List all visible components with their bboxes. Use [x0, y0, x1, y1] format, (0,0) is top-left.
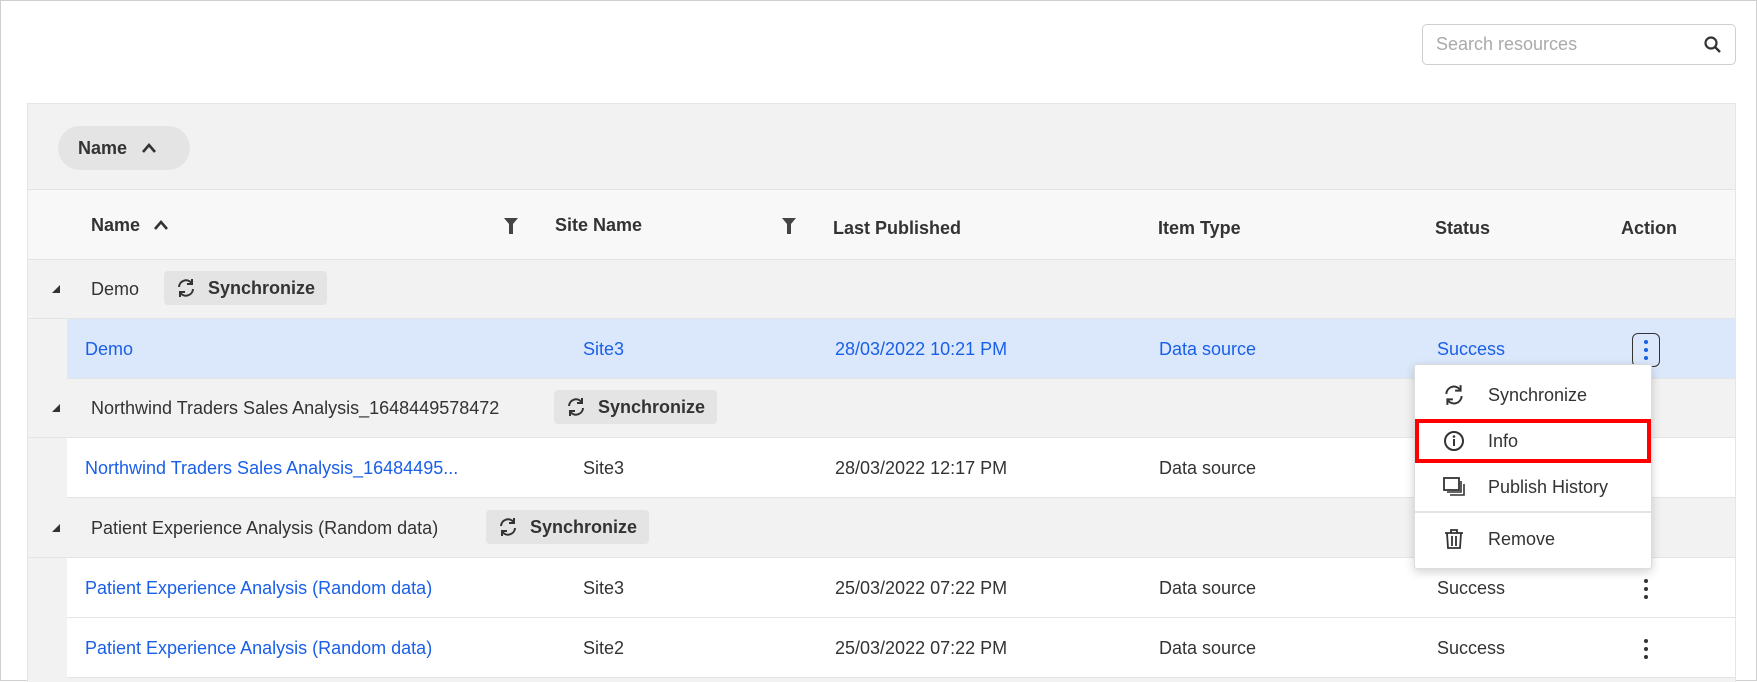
search-input[interactable]: [1436, 34, 1696, 55]
trash-icon: [1445, 529, 1463, 549]
item-type: Data source: [1159, 339, 1257, 359]
group-name: Demo: [91, 279, 140, 299]
chevron-up-icon[interactable]: [141, 142, 157, 154]
group-by-chip-name[interactable]: Name: [58, 126, 190, 170]
collapse-triangle-icon[interactable]: [52, 285, 60, 293]
resource-name-link[interactable]: Demo: [85, 339, 133, 360]
synchronize-button[interactable]: Synchronize: [486, 510, 650, 544]
sync-icon: [178, 279, 194, 297]
grid-header: Name Site Name Last Published Item Type …: [28, 189, 1735, 260]
resource-name-link[interactable]: Patient Experience Analysis (Random data…: [85, 638, 432, 659]
item-type: Data source: [1159, 578, 1257, 598]
filter-icon[interactable]: [782, 218, 796, 234]
chip-label: Name: [78, 137, 128, 158]
menu-item-publish-history[interactable]: Publish History: [1415, 465, 1651, 509]
status: Success: [1437, 339, 1506, 359]
more-actions-button[interactable]: [1632, 333, 1660, 367]
menu-item-synchronize[interactable]: Synchronize: [1415, 373, 1651, 417]
last-published: 25/03/2022 07:22 PM: [835, 578, 1008, 598]
info-icon: [1444, 431, 1464, 451]
item-type: Data source: [1159, 638, 1257, 658]
group-name: Patient Experience Analysis (Random data…: [91, 518, 439, 538]
column-header-last-published[interactable]: Last Published: [833, 218, 961, 239]
menu-item-remove[interactable]: Remove: [1415, 517, 1651, 561]
site-name: Site2: [583, 638, 625, 658]
resource-name-link[interactable]: Patient Experience Analysis (Random data…: [85, 578, 432, 599]
filter-icon[interactable]: [504, 218, 518, 234]
search-icon[interactable]: [1703, 35, 1723, 55]
column-header-item-type[interactable]: Item Type: [1158, 218, 1241, 239]
table-row[interactable]: Patient Experience Analysis (Random data…: [67, 618, 1735, 678]
group-row: Demo Synchronize: [28, 260, 1735, 319]
column-header-site-name[interactable]: Site Name: [555, 215, 642, 236]
last-published: 25/03/2022 07:22 PM: [835, 638, 1008, 658]
synchronize-button[interactable]: Synchronize: [164, 271, 328, 305]
sync-icon: [568, 398, 584, 416]
group-name: Northwind Traders Sales Analysis_1648449…: [91, 398, 500, 418]
collapse-triangle-icon[interactable]: [52, 524, 60, 532]
site-name: Site3: [583, 578, 625, 598]
status: Success: [1437, 578, 1506, 598]
column-header-name[interactable]: Name: [91, 215, 169, 236]
site-name: Site3: [583, 339, 625, 359]
site-name: Site3: [583, 458, 625, 478]
sort-ascending-icon[interactable]: [153, 219, 169, 231]
more-actions-button[interactable]: [1632, 572, 1660, 606]
search-box[interactable]: [1422, 24, 1736, 65]
sync-icon: [500, 518, 516, 536]
menu-item-info[interactable]: Info: [1415, 419, 1651, 463]
action-context-menu: Synchronize Info Publish History Remove: [1414, 364, 1652, 569]
last-published: 28/03/2022 12:17 PM: [835, 458, 1008, 478]
synchronize-button[interactable]: Synchronize: [554, 390, 718, 424]
sync-icon: [1445, 385, 1463, 405]
item-type: Data source: [1159, 458, 1257, 478]
resource-name-link[interactable]: Northwind Traders Sales Analysis_1648449…: [85, 458, 458, 479]
column-header-status[interactable]: Status: [1435, 218, 1490, 239]
publish-history-icon: [1443, 477, 1465, 496]
collapse-triangle-icon[interactable]: [52, 404, 60, 412]
status: Success: [1437, 638, 1506, 658]
last-published: 28/03/2022 10:21 PM: [835, 339, 1008, 359]
column-header-action: Action: [1621, 218, 1677, 238]
menu-divider: [1415, 511, 1651, 513]
more-actions-button[interactable]: [1632, 632, 1660, 666]
